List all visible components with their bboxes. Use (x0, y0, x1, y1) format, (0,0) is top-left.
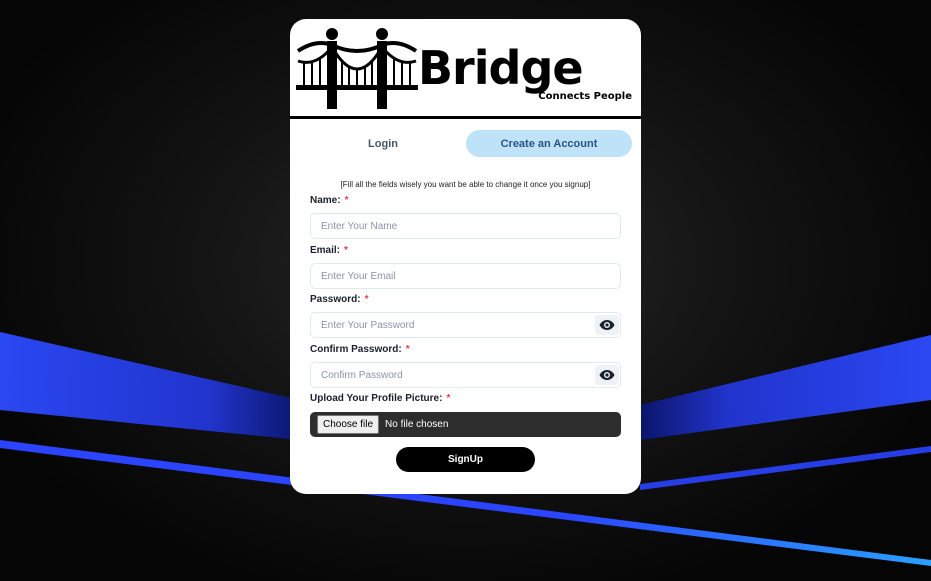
eye-icon (599, 370, 615, 380)
form-hint: [Fill all the fields wisely you want be … (340, 180, 591, 189)
password-label: Password: * (310, 294, 369, 305)
tab-create-account[interactable]: Create an Account (466, 130, 632, 157)
required-mark: * (364, 294, 369, 305)
eye-icon (599, 320, 615, 330)
confirm-password-input[interactable] (310, 362, 621, 388)
password-toggle-button[interactable] (595, 315, 619, 335)
name-input[interactable] (310, 213, 621, 239)
header-divider (290, 116, 641, 119)
bridge-logo-icon (296, 28, 418, 109)
brand-logo: Bridge Connects People (290, 19, 641, 119)
brand-name: Bridge (418, 41, 584, 95)
choose-file-button[interactable]: Choose file (317, 415, 380, 434)
name-label: Name: * (310, 195, 349, 206)
signup-button[interactable]: SignUp (396, 447, 535, 472)
profile-picture-input[interactable]: Choose file No file chosen (310, 412, 621, 437)
file-status: No file chosen (385, 419, 449, 430)
required-mark: * (344, 245, 348, 256)
auth-tabs: Login Create an Account (300, 130, 632, 157)
tab-login[interactable]: Login (300, 130, 466, 157)
confirm-password-label: Confirm Password: * (310, 344, 410, 355)
signup-card: Bridge Connects People Login Create an A… (290, 19, 641, 494)
required-mark: * (405, 344, 410, 355)
required-mark: * (446, 393, 451, 404)
confirm-password-toggle-button[interactable] (595, 365, 619, 385)
email-input[interactable] (310, 263, 621, 289)
email-label: Email: * (310, 245, 348, 256)
brand-tagline: Connects People (538, 91, 632, 102)
profile-picture-label: Upload Your Profile Picture: * (310, 393, 451, 404)
required-mark: * (344, 195, 349, 206)
password-input[interactable] (310, 312, 621, 338)
